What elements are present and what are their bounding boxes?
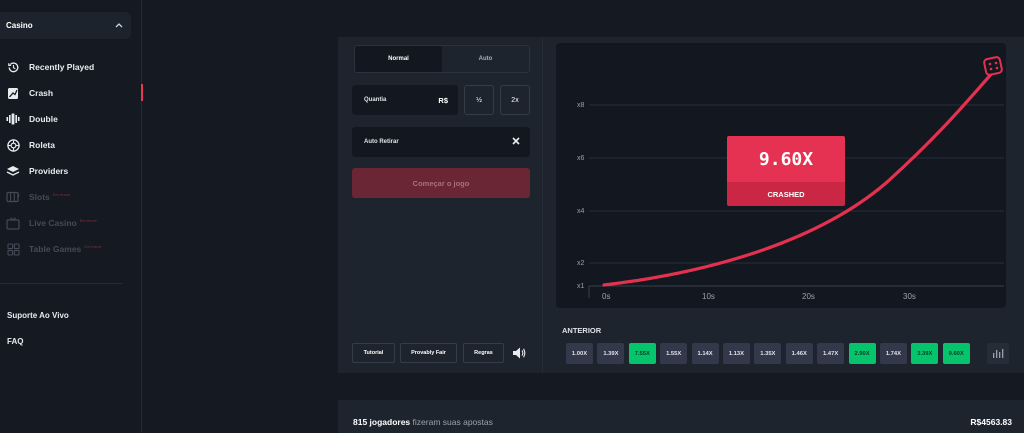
history-chip[interactable]: 1.55X — [660, 343, 688, 364]
crash-status: CRASHED — [727, 182, 845, 206]
table-games-icon — [6, 242, 20, 256]
provably-fair-button[interactable]: Provably Fair — [400, 343, 457, 363]
bar-chart-icon — [993, 349, 1004, 358]
sidebar-item-label: Crash — [29, 88, 54, 98]
crash-game-panel: Normal Auto Quantia R$ ½ 2x Auto Retirar… — [338, 37, 1024, 373]
history-chip[interactable]: 1.35X — [754, 343, 782, 364]
sidebar-item-label: Double — [29, 114, 58, 124]
history-label: ANTERIOR — [562, 326, 602, 335]
history-chip[interactable]: 1.13X — [722, 343, 750, 364]
players-text: fizeram suas apostas — [412, 417, 493, 427]
history-chip[interactable]: 1.00X — [566, 343, 593, 364]
history-chip[interactable]: 7.55X — [628, 343, 656, 364]
live-casino-icon — [6, 216, 20, 230]
history-chip[interactable]: 1.47X — [817, 343, 845, 364]
total-bet-amount: R$4563.83 — [970, 417, 1012, 427]
sidebar-item-providers[interactable]: Providers — [0, 158, 142, 184]
currency-symbol: R$ — [438, 95, 448, 105]
history-chip[interactable]: 1.46X — [785, 343, 813, 364]
history-chip[interactable]: 2.90X — [848, 343, 876, 364]
sidebar-item-roleta[interactable]: Roleta — [0, 132, 142, 158]
sidebar-item-slots: Slots Em breve — [0, 184, 142, 210]
start-game-button[interactable]: Começar o jogo — [352, 168, 530, 198]
sidebar: Casino Recently Played Crash Double Role… — [0, 0, 143, 433]
volume-icon[interactable] — [512, 345, 526, 361]
sidebar-item-label: Providers — [29, 166, 69, 176]
bet-amount-label: Quantia — [364, 97, 387, 103]
providers-icon — [6, 164, 20, 178]
sidebar-item-label: Slots — [29, 192, 50, 202]
sidebar-nav: Recently Played Crash Double Roleta Prov… — [0, 54, 143, 262]
y-tick: x2 — [577, 260, 585, 267]
casino-dropdown-label: Casino — [6, 21, 33, 30]
sidebar-item-live-casino: Live Casino Em breve — [0, 210, 142, 236]
crash-multiplier: 9.60X — [727, 136, 845, 182]
coming-soon-badge: Em breve — [84, 243, 102, 249]
auto-withdraw-label: Auto Retirar — [364, 139, 399, 145]
auto-withdraw-field[interactable]: Auto Retirar — [352, 127, 530, 157]
clear-icon[interactable] — [512, 136, 520, 148]
history-chip[interactable]: 9.60X — [942, 343, 970, 364]
sidebar-item-label: Table Games — [29, 244, 82, 254]
slots-icon — [6, 190, 20, 204]
faq-link[interactable]: FAQ — [7, 337, 23, 346]
bets-summary-bar: 815 jogadores fizeram suas apostas R$456… — [338, 400, 1024, 433]
y-tick: x1 — [577, 283, 585, 290]
x-tick: 0s — [602, 292, 610, 301]
sidebar-item-table-games: Table Games Em breve — [0, 236, 142, 262]
history-chip[interactable]: 1.74X — [879, 343, 907, 364]
history-chip[interactable]: 1.14X — [691, 343, 719, 364]
x-tick: 20s — [802, 292, 815, 301]
sidebar-item-label: Roleta — [29, 140, 55, 150]
double-bet-button[interactable]: 2x — [500, 85, 530, 115]
rules-button[interactable]: Regras — [463, 343, 504, 363]
history-icon — [6, 60, 20, 74]
coming-soon-badge: Em breve — [79, 217, 97, 223]
dice-icon — [983, 56, 1003, 76]
crash-result-box: 9.60X CRASHED — [727, 136, 845, 206]
tab-normal[interactable]: Normal — [355, 46, 442, 72]
history-chip[interactable]: 3.39X — [911, 343, 939, 364]
sidebar-item-label: Recently Played — [29, 62, 95, 72]
x-tick: 30s — [903, 292, 916, 301]
tutorial-button[interactable]: Tutorial — [352, 343, 395, 363]
mode-tabs: Normal Auto — [354, 45, 530, 73]
casino-dropdown[interactable]: Casino — [0, 12, 131, 39]
crash-icon — [6, 86, 20, 100]
sidebar-item-double[interactable]: Double — [0, 106, 142, 132]
roulette-icon — [6, 138, 20, 152]
y-tick: x6 — [577, 155, 585, 162]
double-icon — [6, 112, 20, 126]
crash-chart: x8 x6 x4 x2 x1 0s 10s 20s 30s 9.60X CRAS… — [556, 43, 1006, 308]
sidebar-item-crash[interactable]: Crash — [0, 80, 143, 106]
x-tick: 10s — [702, 292, 715, 301]
tab-auto[interactable]: Auto — [442, 46, 529, 72]
sidebar-divider — [0, 283, 122, 284]
sidebar-item-label: Live Casino — [29, 218, 77, 228]
stats-button[interactable] — [987, 343, 1009, 364]
sidebar-item-recently-played[interactable]: Recently Played — [0, 54, 142, 80]
players-count: 815 jogadores — [353, 417, 411, 427]
history-chip[interactable]: 1.39X — [597, 343, 625, 364]
chevron-up-icon — [115, 21, 123, 30]
half-bet-button[interactable]: ½ — [464, 85, 494, 115]
history-list: 1.00X 1.39X 7.55X 1.55X 1.14X 1.13X 1.35X 1.46X… — [566, 343, 974, 364]
y-tick: x4 — [577, 208, 585, 215]
players-summary: 815 jogadores fizeram suas apostas — [353, 417, 493, 427]
y-tick: x8 — [577, 102, 585, 109]
live-support-link[interactable]: Suporte Ao Vivo — [7, 311, 69, 320]
panel-divider — [542, 37, 543, 373]
coming-soon-badge: Em breve — [52, 191, 70, 197]
bet-amount-field[interactable]: Quantia R$ — [352, 85, 458, 115]
